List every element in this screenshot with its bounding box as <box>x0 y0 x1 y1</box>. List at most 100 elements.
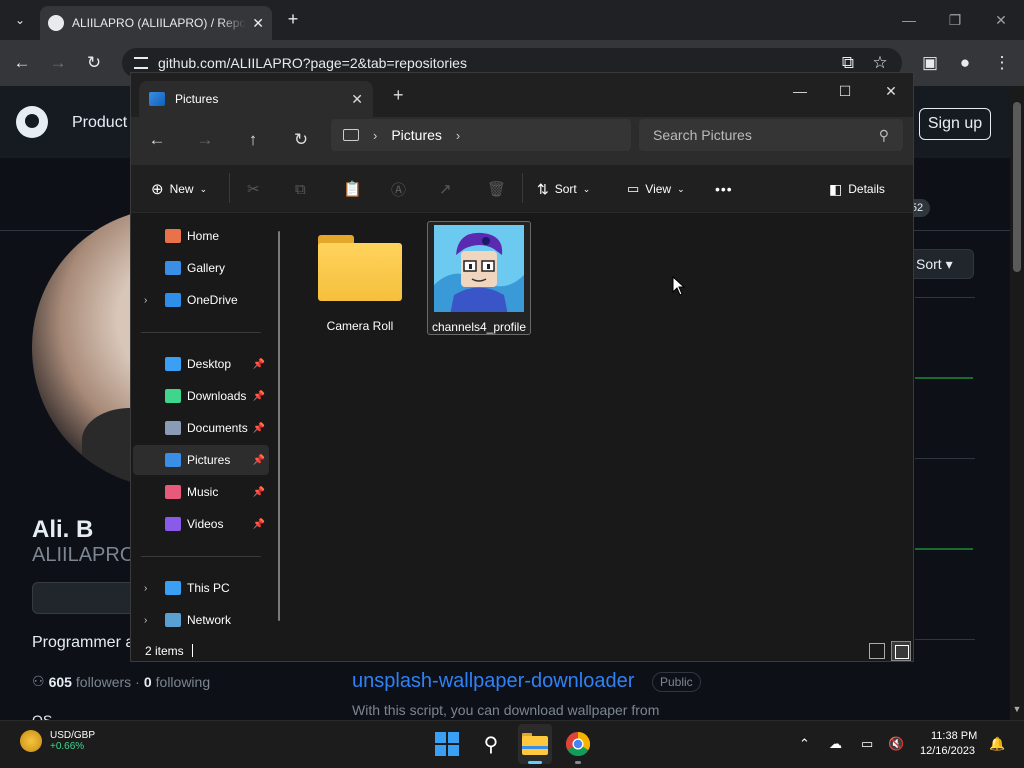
explorer-tab[interactable]: Pictures ✕ <box>139 81 373 117</box>
expand-chevron-icon[interactable]: › <box>144 295 147 306</box>
chevron-right-icon[interactable]: › <box>373 128 377 143</box>
browser-minimize-button[interactable]: — <box>897 8 921 32</box>
sort-button[interactable]: ⇅ Sort ⌄ <box>537 177 590 201</box>
widget-stock[interactable]: USD/GBP +0.66% <box>20 730 95 752</box>
sort-dropdown[interactable]: Sort ▾ <box>908 249 974 279</box>
breadcrumb-pictures[interactable]: Pictures <box>391 127 442 143</box>
new-button[interactable]: ⊕ New ⌄ <box>151 177 207 201</box>
reload-icon[interactable]: ↻ <box>81 50 107 76</box>
paste-icon[interactable]: 📋 <box>343 177 362 201</box>
sidebar-item-music[interactable]: Music 📌 <box>133 477 269 507</box>
sort-label: Sort <box>554 182 577 196</box>
pin-icon[interactable]: 📌 <box>253 391 265 402</box>
pictures-icon <box>149 92 165 106</box>
navigation-pane-scrollbar[interactable] <box>278 231 280 621</box>
repo-divider <box>915 458 975 459</box>
large-icons-view-icon[interactable] <box>891 641 911 661</box>
forward-icon[interactable]: → <box>45 50 71 76</box>
share-icon[interactable]: ↗ <box>439 177 452 201</box>
followers-count: 605 <box>48 673 72 690</box>
file-item-channels4-profile[interactable]: channels4_profile <box>427 221 531 335</box>
menu-icon[interactable]: ⋮ <box>989 50 1015 76</box>
show-hidden-icons-chevron-up-icon[interactable]: ⌃ <box>799 736 810 752</box>
sidebar-item-videos[interactable]: Videos 📌 <box>133 509 269 539</box>
up-icon[interactable]: ↑ <box>239 126 267 154</box>
sidebar-item-network[interactable]: › Network <box>133 605 269 635</box>
start-icon[interactable] <box>434 731 460 757</box>
notification-bell-icon[interactable]: 🔔 <box>989 736 1005 752</box>
explorer-close-button[interactable]: ✕ <box>879 79 903 103</box>
sidebar-item-label: Home <box>187 229 220 243</box>
refresh-icon[interactable]: ↻ <box>287 126 315 154</box>
pictures-icon <box>165 453 181 467</box>
explorer-maximize-button[interactable]: ☐ <box>833 79 857 103</box>
scroll-down-arrow-icon[interactable]: ▼ <box>1010 704 1024 718</box>
sidebar-item-this-pc[interactable]: › This PC <box>133 573 269 603</box>
search-icon[interactable]: ⚲ <box>477 730 505 758</box>
details-button[interactable]: ◧ Details <box>829 177 885 201</box>
repo-name-link[interactable]: unsplash-wallpaper-downloader <box>352 670 634 693</box>
command-separator <box>229 173 230 203</box>
view-button[interactable]: ▭ View ⌄ <box>627 177 685 201</box>
sidebar-item-pictures[interactable]: Pictures 📌 <box>133 445 269 475</box>
tab-search-icon[interactable]: ⌄ <box>8 8 32 32</box>
pin-icon[interactable]: 📌 <box>253 487 265 498</box>
clock-time[interactable]: 11:38 PM <box>931 730 977 742</box>
close-tab-icon[interactable]: ✕ <box>252 15 264 32</box>
item-count-text: 2 items <box>145 644 184 658</box>
page-scrollbar-thumb[interactable] <box>1013 102 1021 272</box>
this-pc-icon <box>343 129 359 141</box>
pin-icon[interactable]: 📌 <box>253 423 265 434</box>
clock-date[interactable]: 12/16/2023 <box>920 745 975 757</box>
copy-icon[interactable]: ⧉ <box>295 177 306 201</box>
expand-chevron-icon[interactable]: › <box>144 615 147 626</box>
sidebar-item-onedrive[interactable]: › OneDrive <box>133 285 269 315</box>
network-icon[interactable]: ▭ <box>861 736 873 752</box>
explorer-new-tab-button[interactable]: + <box>393 85 404 106</box>
pin-icon[interactable]: 📌 <box>253 519 265 530</box>
github-logo-icon[interactable] <box>16 106 48 138</box>
site-info-icon[interactable] <box>134 57 148 69</box>
browser-close-button[interactable]: ✕ <box>989 8 1013 32</box>
new-label: New <box>169 182 194 196</box>
folder-item-camera-roll[interactable]: Camera Roll <box>315 229 405 337</box>
pin-icon[interactable]: 📌 <box>253 455 265 466</box>
onedrive-icon[interactable]: ☁ <box>829 736 842 752</box>
sidebar-item-home[interactable]: Home <box>133 221 269 251</box>
browser-tab[interactable]: ALIILAPRO (ALIILAPRO) / Repositories ✕ <box>40 6 272 40</box>
more-options-button[interactable]: ••• <box>715 177 733 201</box>
sidebar-item-downloads[interactable]: Downloads 📌 <box>133 381 269 411</box>
sidebar-item-label: Pictures <box>187 453 231 467</box>
widget-title: USD/GBP <box>50 730 96 741</box>
volume-icon[interactable]: 🔇 <box>888 736 904 752</box>
new-tab-button[interactable]: + <box>283 9 303 29</box>
rename-icon[interactable]: Ⓐ <box>391 177 406 201</box>
repo-divider <box>915 639 975 640</box>
nav-product[interactable]: Product <box>72 114 127 132</box>
sidebar-item-gallery[interactable]: Gallery <box>133 253 269 283</box>
explorer-search-input[interactable]: Search Pictures ⚲ <box>639 119 903 151</box>
back-icon[interactable]: ← <box>143 126 171 154</box>
chrome-icon[interactable] <box>564 730 592 758</box>
cut-icon[interactable]: ✂ <box>247 177 260 201</box>
profile-icon[interactable]: ● <box>952 50 978 76</box>
delete-icon[interactable]: 🗑 <box>487 177 506 201</box>
side-panel-icon[interactable]: ▣ <box>917 50 943 76</box>
sign-up-button[interactable]: Sign up <box>919 108 991 140</box>
sidebar-item-documents[interactable]: Documents 📌 <box>133 413 269 443</box>
back-icon[interactable]: ← <box>9 50 35 76</box>
expand-chevron-icon[interactable]: › <box>144 583 147 594</box>
documents-icon <box>165 421 181 435</box>
chevron-right-icon[interactable]: › <box>456 128 460 143</box>
pin-icon[interactable]: 📌 <box>253 359 265 370</box>
separator-dot: · <box>135 673 140 690</box>
explorer-minimize-button[interactable]: — <box>788 79 812 103</box>
close-tab-icon[interactable]: ✕ <box>351 91 363 108</box>
file-explorer-icon[interactable] <box>521 730 549 758</box>
browser-restore-button[interactable]: ❐ <box>943 8 967 32</box>
followers-info[interactable]: ⚇ 605 followers · 0 following <box>32 673 210 690</box>
details-view-icon[interactable] <box>869 643 885 659</box>
explorer-address-bar[interactable]: › Pictures › <box>331 119 631 151</box>
forward-icon[interactable]: → <box>191 126 219 154</box>
sidebar-item-desktop[interactable]: Desktop 📌 <box>133 349 269 379</box>
